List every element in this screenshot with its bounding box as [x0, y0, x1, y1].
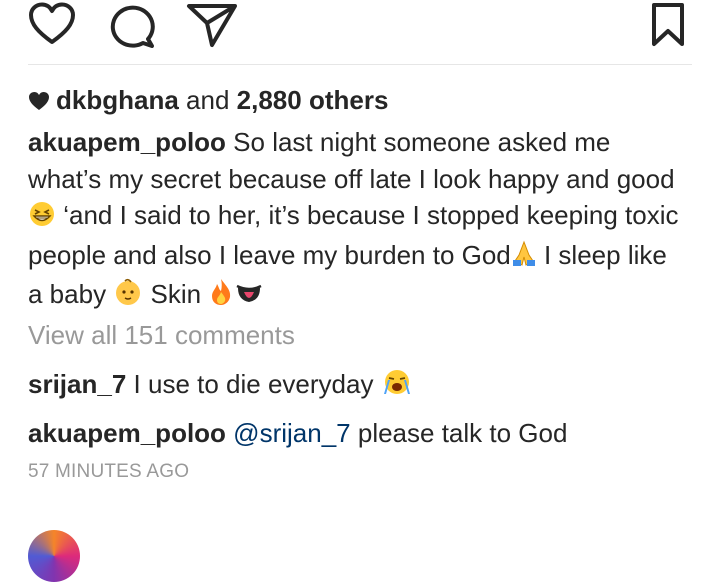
comment-row: srijan_7 I use to die everyday [28, 367, 413, 404]
liker-username[interactable]: dkbghana [56, 85, 179, 115]
likes-summary: dkbghana and 2,880 others [28, 84, 388, 118]
speech-bubble-icon[interactable] [108, 2, 156, 53]
post-caption: akuapem_poloo So last night someone aske… [28, 124, 688, 316]
likes-connector: and [186, 85, 230, 115]
heart-outline-icon[interactable] [28, 2, 76, 51]
caption-username[interactable]: akuapem_poloo [28, 127, 226, 157]
face-with-tongue-emoji-icon [234, 279, 264, 316]
bookmark-icon[interactable] [650, 2, 686, 53]
comment-text: please talk to God [357, 418, 568, 448]
post-timestamp: 57 MINUTES AGO [28, 461, 190, 482]
loudly-crying-emoji-icon [381, 368, 413, 404]
baby-emoji-icon [113, 278, 143, 316]
comment-row: akuapem_poloo @srijan_7 please talk to G… [28, 416, 567, 450]
likes-count[interactable]: 2,880 others [237, 85, 389, 115]
paper-plane-icon[interactable] [186, 2, 238, 53]
fire-emoji-icon [208, 278, 234, 316]
section-divider [28, 64, 692, 65]
view-all-comments-link[interactable]: View all 151 comments [28, 318, 295, 352]
folded-hands-emoji-icon [511, 239, 537, 277]
grinning-squint-emoji-icon [28, 200, 56, 237]
comment-mention[interactable]: @srijan_7 [233, 418, 350, 448]
heart-filled-icon [28, 86, 50, 118]
comment-text: I use to die everyday [133, 369, 374, 399]
comment-username[interactable]: akuapem_poloo [28, 418, 226, 448]
comment-username[interactable]: srijan_7 [28, 369, 126, 399]
caption-text-4: Skin [143, 279, 209, 309]
avatar[interactable] [28, 530, 80, 582]
post-action-bar [0, 0, 720, 50]
